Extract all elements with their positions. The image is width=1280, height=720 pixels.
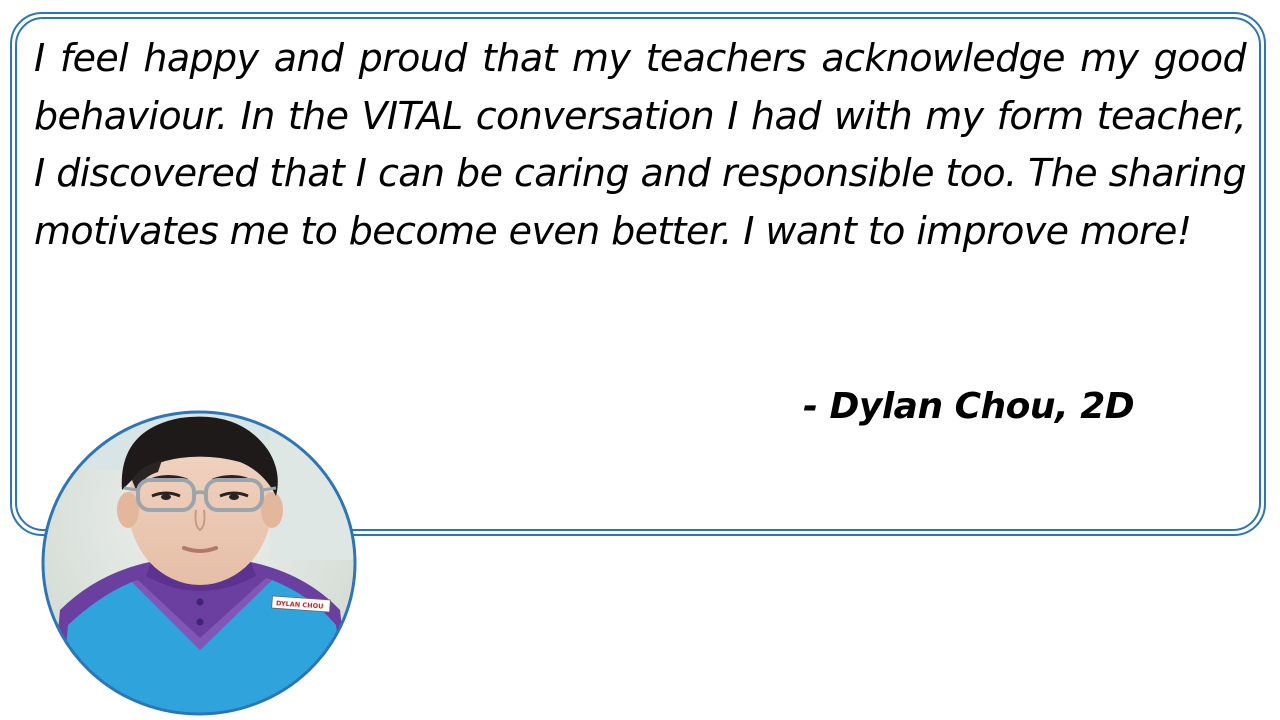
student-photo: DYLAN CHOU xyxy=(41,410,357,716)
testimonial-quote: I feel happy and proud that my teachers … xyxy=(34,36,1247,253)
testimonial-attribution: - Dylan Chou, 2D xyxy=(803,386,1135,427)
